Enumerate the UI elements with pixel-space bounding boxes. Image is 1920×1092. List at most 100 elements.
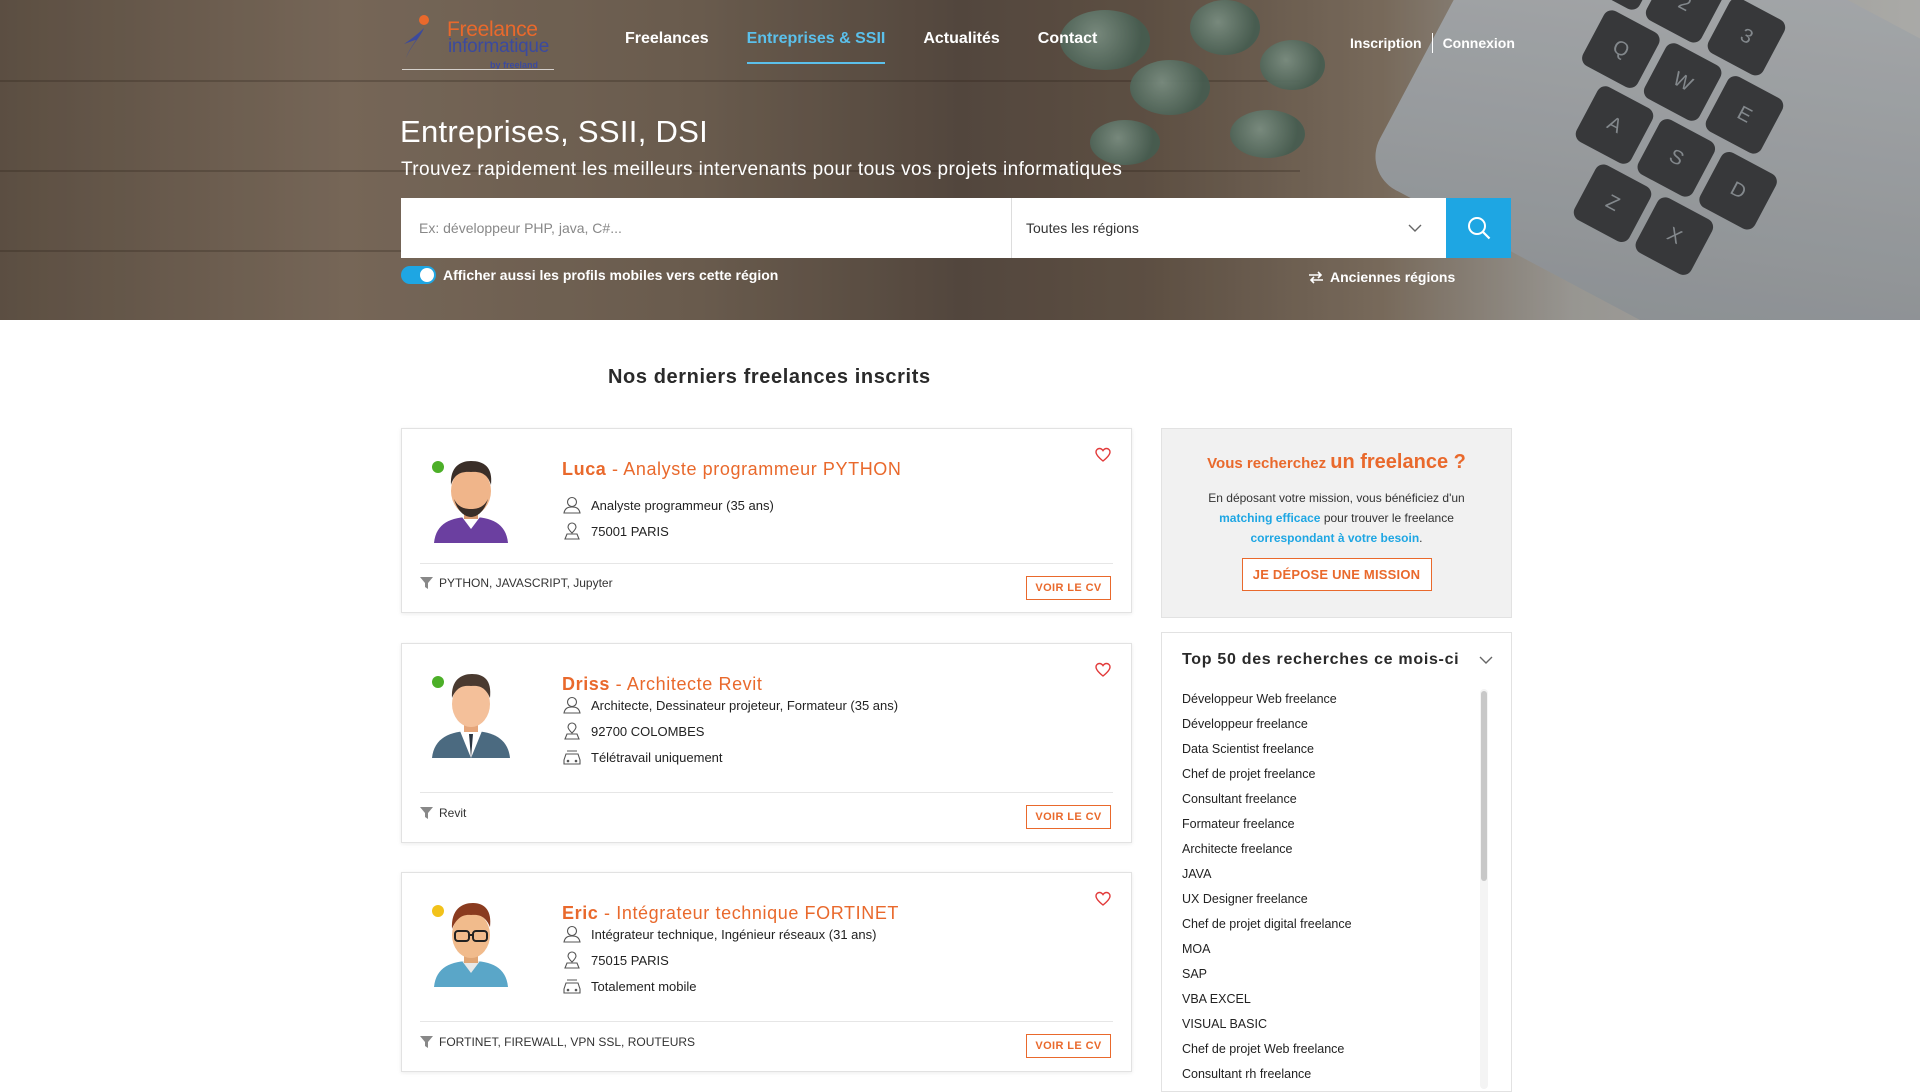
location-pin-icon — [564, 951, 580, 969]
freelancer-skills-row: PYTHON, JAVASCRIPT, Jupyter — [420, 576, 613, 590]
freelancer-location-row: 75001 PARIS — [562, 522, 669, 540]
freelancer-title: - Intégrateur technique FORTINET — [598, 903, 900, 923]
card-divider — [420, 563, 1113, 564]
top-search-item[interactable]: Développeur freelance — [1182, 712, 1352, 737]
promo-heading-pre: Vous recherchez — [1207, 455, 1331, 472]
region-select[interactable]: Toutes les régions — [1012, 198, 1446, 258]
freelancer-job-row: Architecte, Dessinateur projeteur, Forma… — [562, 696, 898, 714]
login-link[interactable]: Connexion — [1443, 35, 1515, 51]
freelancer-mobility-row: Télétravail uniquement — [562, 748, 723, 766]
old-regions-label: Anciennes régions — [1330, 269, 1456, 285]
freelancer-skills: PYTHON, JAVASCRIPT, Jupyter — [439, 576, 613, 590]
search-icon — [1467, 217, 1490, 240]
logo-text-informatique: informatique — [448, 36, 549, 57]
favorite-heart-icon[interactable] — [1095, 891, 1111, 907]
search-input[interactable] — [401, 198, 1012, 258]
freelancer-job-row: Intégrateur technique, Ingénieur réseaux… — [562, 925, 876, 943]
post-mission-button[interactable]: JE DÉPOSE UNE MISSION — [1241, 558, 1432, 591]
nav-actualites[interactable]: Actualités — [923, 30, 999, 64]
mobile-profiles-label: Afficher aussi les profils mobiles vers … — [443, 267, 779, 283]
mobile-profiles-toggle-row: Afficher aussi les profils mobiles vers … — [401, 266, 778, 284]
freelancer-job-row: Analyste programmeur (35 ans) — [562, 496, 774, 514]
favorite-heart-icon[interactable] — [1095, 447, 1111, 463]
top-searches-list: Développeur Web freelance Développeur fr… — [1182, 687, 1352, 1087]
top-search-item[interactable]: Consultant rh freelance — [1182, 1062, 1352, 1087]
filter-icon — [420, 1036, 433, 1048]
view-cv-button[interactable]: VOIR LE CV — [1026, 576, 1111, 600]
old-regions-link[interactable]: Anciennes régions — [1308, 269, 1455, 285]
hero-title: Entreprises, SSII, DSI — [400, 114, 709, 149]
swap-arrows-icon — [1309, 270, 1323, 284]
promo-text-part: pour trouver le freelance — [1320, 511, 1454, 525]
freelancer-location: 75015 PARIS — [591, 952, 669, 968]
freelancer-job: Analyste programmeur (35 ans) — [591, 497, 774, 513]
top-search-item[interactable]: Développeur Web freelance — [1182, 687, 1352, 712]
top-search-item[interactable]: VISUAL BASIC — [1182, 1012, 1352, 1037]
post-mission-promo: Vous recherchez un freelance ? En déposa… — [1161, 428, 1512, 618]
top-search-item[interactable]: Data Scientist freelance — [1182, 737, 1352, 762]
freelancer-location: 92700 COLOMBES — [591, 723, 705, 739]
freelancer-job: Intégrateur technique, Ingénieur réseaux… — [591, 926, 877, 942]
top-search-item[interactable]: Formateur freelance — [1182, 812, 1352, 837]
mobile-profiles-toggle[interactable] — [401, 266, 436, 284]
view-cv-button[interactable]: VOIR LE CV — [1026, 1034, 1111, 1058]
top-searches-panel: Top 50 des recherches ce mois-ci Dévelop… — [1161, 632, 1512, 1092]
promo-highlight-besoin: correspondant à votre besoin — [1250, 531, 1420, 545]
hero-subtitle: Trouvez rapidement les meilleurs interve… — [401, 159, 1123, 180]
chevron-down-icon — [1408, 224, 1422, 232]
freelancer-card: Driss - Architecte Revit Architecte, Des… — [401, 643, 1132, 843]
freelancer-skills-row: FORTINET, FIREWALL, VPN SSL, ROUTEURS — [420, 1035, 695, 1049]
main-nav: Freelances Entreprises & SSII Actualités… — [625, 30, 1135, 64]
location-pin-icon — [564, 722, 580, 740]
filter-icon — [420, 577, 433, 589]
top-search-item[interactable]: MOA — [1182, 937, 1352, 962]
top-search-item[interactable]: Consultant freelance — [1182, 787, 1352, 812]
freelancer-skills: FORTINET, FIREWALL, VPN SSL, ROUTEURS — [439, 1035, 696, 1049]
site-logo[interactable]: Freelance informatique by freeland — [402, 12, 560, 70]
top-search-item[interactable]: Chef de projet freelance — [1182, 762, 1352, 787]
freelancer-title: - Analyste programmeur PYTHON — [606, 459, 902, 479]
view-cv-button[interactable]: VOIR LE CV — [1026, 805, 1111, 829]
availability-status-dot — [432, 461, 444, 473]
top-search-item[interactable]: Architecte freelance — [1182, 837, 1352, 862]
search-button[interactable] — [1446, 198, 1511, 258]
signup-link[interactable]: Inscription — [1350, 35, 1422, 51]
freelancer-card: Luca - Analyste programmeur PYTHON Analy… — [401, 428, 1132, 613]
top-search-item[interactable]: Chef de projet digital freelance — [1182, 912, 1352, 937]
freelancer-name-title[interactable]: Eric - Intégrateur technique FORTINET — [562, 903, 899, 924]
top-search-item[interactable]: JAVA — [1182, 862, 1352, 887]
card-divider — [420, 792, 1113, 793]
freelancer-mobility-row: Totalement mobile — [562, 977, 697, 995]
chevron-down-icon[interactable] — [1479, 655, 1493, 665]
promo-highlight-matching: matching efficace — [1219, 511, 1321, 525]
freelancer-name: Driss — [562, 674, 611, 694]
top-search-item[interactable]: UX Designer freelance — [1182, 887, 1352, 912]
nav-freelances[interactable]: Freelances — [625, 30, 709, 64]
freelancer-skills-row: Revit — [420, 806, 466, 820]
top-searches-title[interactable]: Top 50 des recherches ce mois-ci — [1182, 651, 1459, 669]
location-pin-icon — [564, 522, 580, 540]
section-title: Nos derniers freelances inscrits — [608, 366, 931, 388]
promo-heading-big: un freelance ? — [1330, 451, 1466, 473]
freelancer-name-title[interactable]: Driss - Architecte Revit — [562, 674, 762, 695]
freelancer-card: Eric - Intégrateur technique FORTINET In… — [401, 872, 1132, 1072]
filter-icon — [420, 807, 433, 819]
car-mobility-icon — [563, 979, 581, 994]
freelancer-location-row: 92700 COLOMBES — [562, 722, 704, 740]
promo-text-part: . — [1419, 531, 1423, 545]
region-select-value: Toutes les régions — [1026, 220, 1139, 236]
top-search-item[interactable]: SAP — [1182, 962, 1352, 987]
car-mobility-icon — [563, 750, 581, 765]
freelancer-name-title[interactable]: Luca - Analyste programmeur PYTHON — [562, 459, 902, 480]
logo-figure-icon — [404, 15, 429, 58]
nav-entreprises-ssii[interactable]: Entreprises & SSII — [746, 30, 886, 64]
user-job-icon — [563, 496, 581, 514]
user-job-icon — [563, 696, 581, 714]
scrollbar-thumb[interactable] — [1481, 691, 1487, 881]
favorite-heart-icon[interactable] — [1095, 662, 1111, 678]
top-search-item[interactable]: VBA EXCEL — [1182, 987, 1352, 1012]
user-job-icon — [563, 925, 581, 943]
top-search-item[interactable]: Chef de projet Web freelance — [1182, 1037, 1352, 1062]
availability-status-dot — [432, 905, 444, 917]
nav-contact[interactable]: Contact — [1038, 30, 1098, 64]
